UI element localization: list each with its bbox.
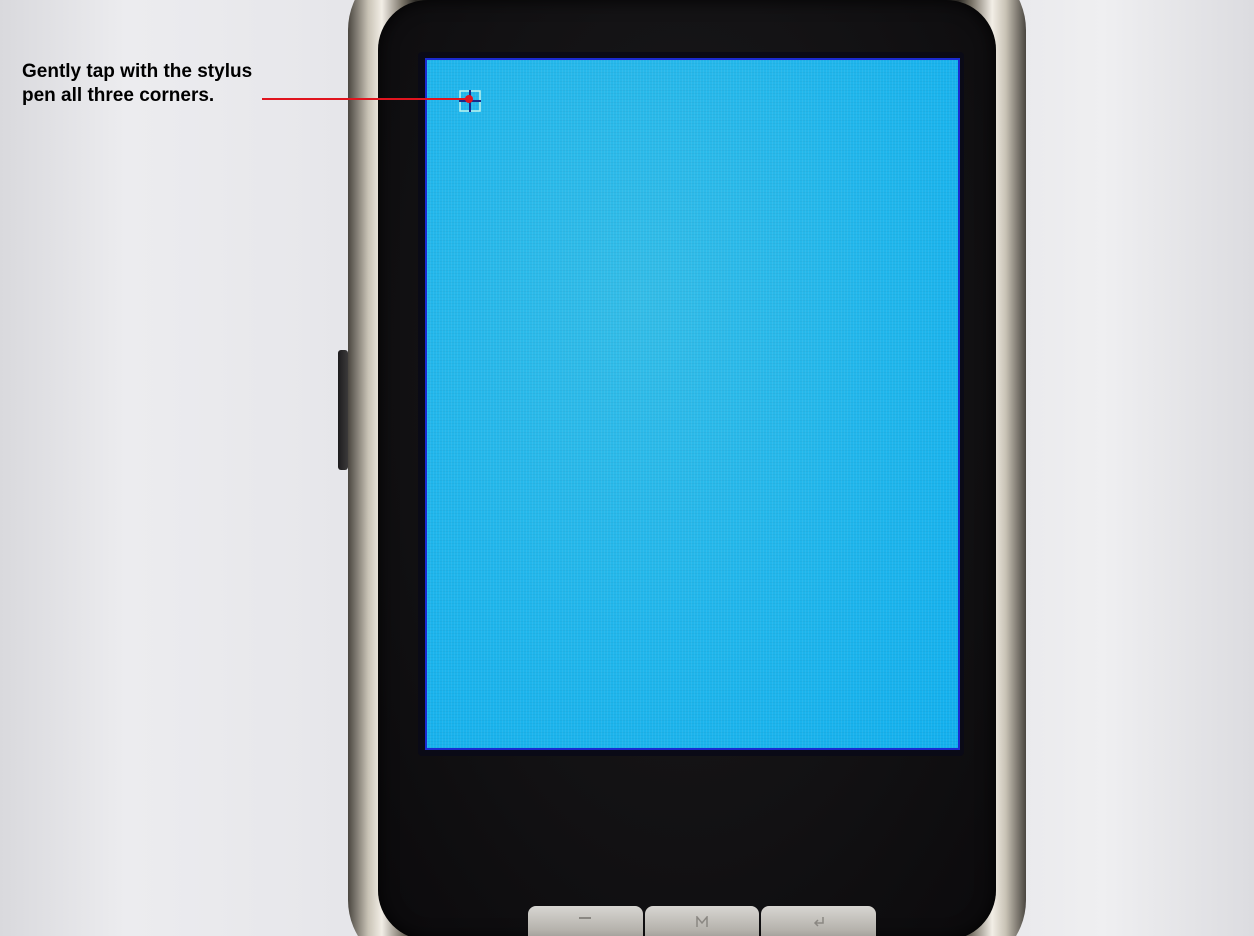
- side-button[interactable]: [338, 350, 348, 470]
- instruction-label: Gently tap with the stylus pen all three…: [22, 60, 252, 108]
- hardware-button-bar: [528, 906, 877, 936]
- callout-arrow-tip: [465, 95, 473, 103]
- minus-button[interactable]: [528, 906, 643, 936]
- instruction-line-2: pen all three corners.: [22, 85, 215, 106]
- touch-screen[interactable]: [425, 58, 960, 750]
- menu-button[interactable]: [644, 906, 760, 936]
- menu-icon: [696, 916, 708, 927]
- instruction-line-1: Gently tap with the stylus: [22, 61, 253, 82]
- return-icon: [813, 917, 824, 927]
- minus-icon: [579, 917, 592, 919]
- callout-arrow-line: [262, 98, 467, 100]
- photo-scene: Gently tap with the stylus pen all three…: [0, 0, 1254, 936]
- return-button[interactable]: [761, 906, 877, 936]
